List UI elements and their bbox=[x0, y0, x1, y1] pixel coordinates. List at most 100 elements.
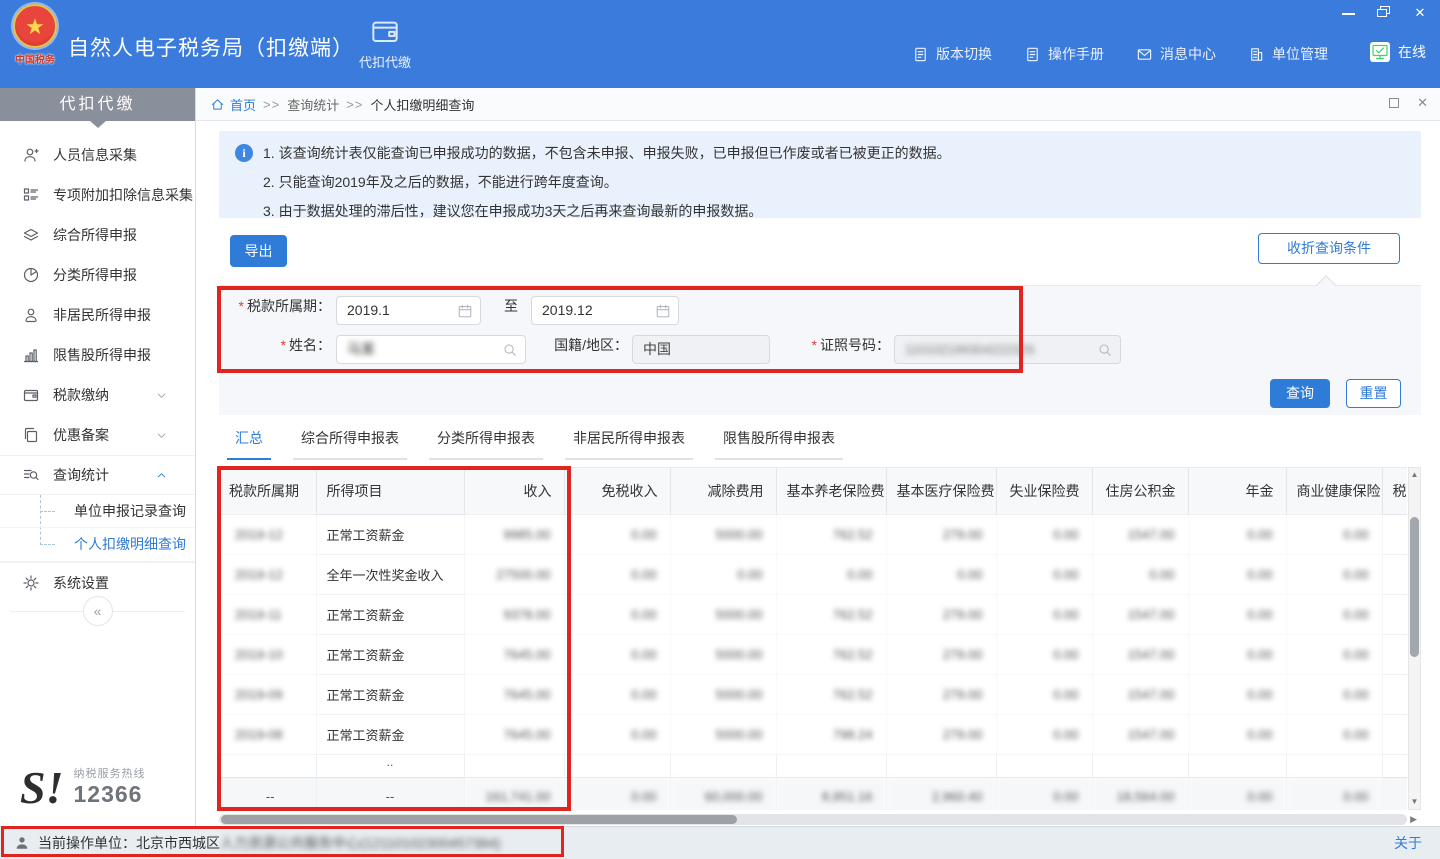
pane-maximize-icon[interactable] bbox=[1389, 98, 1399, 108]
sidebar-item-comprehensive[interactable]: 综合所得申报 bbox=[0, 215, 195, 255]
minimize-button[interactable] bbox=[1342, 6, 1355, 15]
sidebar-item-nonresident[interactable]: 非居民所得申报 bbox=[0, 295, 195, 335]
export-button[interactable]: 导出 bbox=[230, 235, 287, 267]
table-cell: 0.00 bbox=[776, 554, 886, 594]
period-from-input[interactable]: 2019.1 bbox=[336, 296, 481, 325]
sidebar-item-query-stats[interactable]: 查询统计 bbox=[0, 455, 195, 495]
tab-comprehensive[interactable]: 综合所得申报表 bbox=[293, 428, 407, 460]
pane-controls: ✕ bbox=[1389, 97, 1428, 109]
sidebar-item-special-deduction[interactable]: 专项附加扣除信息采集 bbox=[0, 175, 195, 215]
column-header[interactable]: 减除费用 bbox=[670, 468, 776, 514]
table-cell: 0.00 bbox=[996, 514, 1092, 554]
tab-nonresident[interactable]: 非居民所得申报表 bbox=[565, 428, 693, 460]
breadcrumb-separator: >> bbox=[346, 97, 363, 112]
column-header[interactable]: 商业健康保险 bbox=[1286, 468, 1382, 514]
breadcrumb-home[interactable]: 首页 bbox=[230, 95, 256, 114]
tab-summary[interactable]: 汇总 bbox=[227, 428, 271, 460]
summary-cell: 0.00 bbox=[996, 777, 1092, 810]
sidebar-item-restricted-shares[interactable]: 限售股所得申报 bbox=[0, 335, 195, 375]
sidebar-subitem-unit-records[interactable]: 单位申报记录查询 bbox=[0, 495, 195, 528]
menu-version[interactable]: 版本切换 bbox=[912, 44, 992, 64]
sidebar-subitem-personal-detail[interactable]: 个人扣缴明细查询 bbox=[0, 528, 195, 561]
column-header[interactable]: 税 bbox=[1382, 468, 1407, 514]
table-cell: 9985.00 bbox=[464, 514, 564, 554]
person-add-icon bbox=[22, 146, 40, 164]
sidebar-collapse-button[interactable]: « bbox=[83, 596, 113, 626]
table-cell: 0.00 bbox=[564, 714, 670, 754]
table-row[interactable]: 2019-11正常工资薪金9378.000.005000.00762.52279… bbox=[219, 594, 1407, 634]
column-header[interactable]: 失业保险费 bbox=[996, 468, 1092, 514]
sidebar-item-label: 系统设置 bbox=[53, 573, 181, 593]
column-header[interactable]: 免税收入 bbox=[564, 468, 670, 514]
table-cell: 0.00 bbox=[564, 514, 670, 554]
name-input[interactable]: 马某 bbox=[336, 335, 526, 364]
notice-line: 1. 该查询统计表仅能查询已申报成功的数据，不包含未申报、申报失败，已申报但已作… bbox=[263, 139, 1409, 168]
app-title: 自然人电子税务局（扣缴端） bbox=[68, 32, 354, 62]
tab-classified[interactable]: 分类所得申报表 bbox=[429, 428, 543, 460]
table-row[interactable]: 2019-12正常工资薪金9985.000.005000.00762.52279… bbox=[219, 514, 1407, 554]
table-row[interactable]: 2019-08正常工资薪金7645.000.005000.00798.24279… bbox=[219, 714, 1407, 754]
about-link[interactable]: 关于 bbox=[1394, 833, 1422, 853]
summary-cell: -- bbox=[316, 777, 464, 810]
sidebar-item-label: 专项附加扣除信息采集 bbox=[53, 185, 193, 205]
summary-cell: -- bbox=[219, 777, 316, 810]
tab-restricted[interactable]: 限售股所得申报表 bbox=[715, 428, 843, 460]
notice-box: i 1. 该查询统计表仅能查询已申报成功的数据，不包含未申报、申报失败，已申报但… bbox=[219, 131, 1421, 218]
scroll-right-icon[interactable]: ▶ bbox=[1410, 814, 1417, 825]
horizontal-scrollbar[interactable]: ▶ bbox=[219, 814, 1407, 825]
reset-button[interactable]: 重置 bbox=[1346, 379, 1401, 408]
table-row[interactable]: 2019-12全年一次性奖金收入27500.000.000.000.000.00… bbox=[219, 554, 1407, 594]
table-header-row: 税款所属期所得项目收入免税收入减除费用基本养老保险费基本医疗保险费失业保险费住房… bbox=[219, 468, 1407, 514]
mail-icon bbox=[1136, 46, 1153, 63]
table-cell: 2019-09 bbox=[219, 674, 316, 714]
sidebar-item-preferential[interactable]: 优惠备案 bbox=[0, 415, 195, 455]
menu-org[interactable]: 单位管理 bbox=[1248, 44, 1328, 64]
menu-messages[interactable]: 消息中心 bbox=[1136, 44, 1216, 64]
column-header[interactable]: 所得项目 bbox=[316, 468, 464, 514]
table-cell: 279.00 bbox=[886, 634, 996, 674]
sidebar-item-tax-payment[interactable]: 税款缴纳 bbox=[0, 375, 195, 415]
scroll-down-icon[interactable]: ▼ bbox=[1409, 795, 1420, 809]
nationality-input: 中国 bbox=[632, 335, 770, 364]
table-row[interactable]: 2019-09正常工资薪金7645.000.005000.00762.52279… bbox=[219, 674, 1407, 714]
sidebar-item-label: 税款缴纳 bbox=[53, 385, 155, 405]
restore-button[interactable] bbox=[1377, 6, 1390, 17]
horizontal-scroll-thumb[interactable] bbox=[221, 815, 737, 824]
breadcrumb-level1[interactable]: 查询统计 bbox=[287, 95, 339, 114]
collapse-query-button[interactable]: 收折查询条件 bbox=[1258, 233, 1400, 264]
sidebar-item-personnel[interactable]: 人员信息采集 bbox=[0, 135, 195, 175]
sidebar-item-label: 查询统计 bbox=[53, 465, 155, 485]
scroll-up-icon[interactable]: ▲ bbox=[1409, 468, 1420, 482]
column-header[interactable]: 收入 bbox=[464, 468, 564, 514]
vertical-scroll-thumb[interactable] bbox=[1410, 517, 1419, 657]
sidebar-item-label: 限售股所得申报 bbox=[53, 345, 181, 365]
current-unit-blurred: 人力资源公共服务中心(12110102300457384) bbox=[220, 833, 501, 853]
close-button[interactable]: ✕ bbox=[1412, 6, 1428, 20]
breadcrumb-current: 个人扣缴明细查询 bbox=[370, 95, 474, 114]
table-cell: 0.00 bbox=[1188, 714, 1286, 754]
period-to-input[interactable]: 2019.12 bbox=[531, 296, 679, 325]
table-row[interactable]: 2019-10正常工资薪金7645.000.005000.00762.52279… bbox=[219, 634, 1407, 674]
table-cell: 7645.00 bbox=[464, 634, 564, 674]
app-logo: ★ 中国税务 bbox=[10, 4, 60, 66]
column-header[interactable]: 年金 bbox=[1188, 468, 1286, 514]
main-content: i 1. 该查询统计表仅能查询已申报成功的数据，不包含未申报、申报失败，已申报但… bbox=[196, 121, 1440, 826]
menu-manual[interactable]: 操作手册 bbox=[1024, 44, 1104, 64]
tab-withholding[interactable]: 代扣代缴 bbox=[345, 16, 425, 71]
pane-close-icon[interactable]: ✕ bbox=[1417, 97, 1428, 109]
summary-cell: 60,000.00 bbox=[670, 777, 776, 810]
table-cell: 0.00 bbox=[564, 634, 670, 674]
column-header[interactable]: 基本养老保险费 bbox=[776, 468, 886, 514]
column-header[interactable]: 住房公积金 bbox=[1092, 468, 1188, 514]
table-cell: 1547.00 bbox=[1092, 674, 1188, 714]
sidebar-item-classified[interactable]: 分类所得申报 bbox=[0, 255, 195, 295]
column-header[interactable]: 税款所属期 bbox=[219, 468, 316, 514]
table-cell: 762.52 bbox=[776, 674, 886, 714]
breadcrumb-separator: >> bbox=[263, 97, 280, 112]
query-button[interactable]: 查询 bbox=[1270, 379, 1330, 408]
vertical-scrollbar[interactable]: ▲ ▼ bbox=[1408, 467, 1421, 810]
table-cell: 0.00 bbox=[1188, 674, 1286, 714]
menu-manual-label: 操作手册 bbox=[1048, 44, 1104, 64]
sidebar-header: 代扣代缴 bbox=[0, 88, 195, 121]
column-header[interactable]: 基本医疗保险费 bbox=[886, 468, 996, 514]
